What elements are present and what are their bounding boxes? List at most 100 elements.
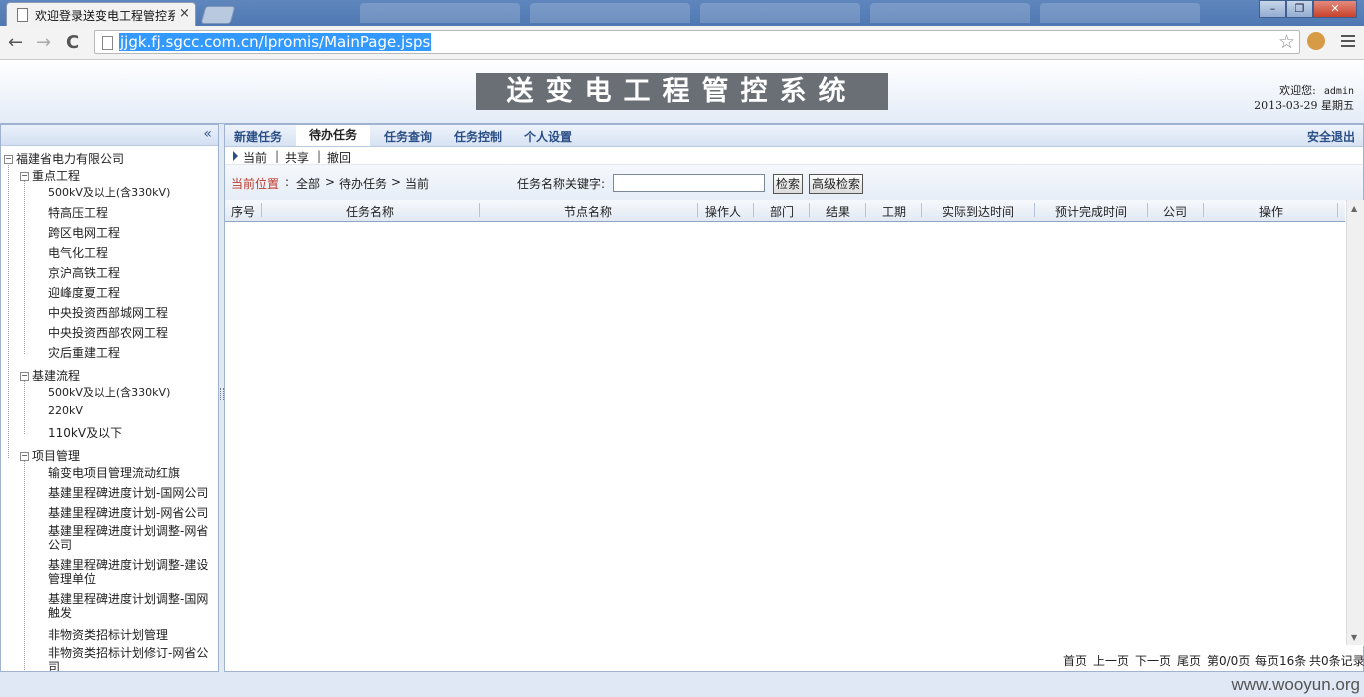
tree-leaf[interactable]: 输变电项目管理流动红旗 [48, 464, 180, 481]
first-page-link[interactable]: 首页 [1063, 652, 1087, 669]
scroll-down-icon[interactable]: ▼ [1351, 633, 1357, 642]
new-tab-button[interactable] [200, 6, 236, 24]
forward-icon[interactable]: → [36, 32, 51, 53]
tree-leaf[interactable]: 特高压工程 [48, 204, 108, 221]
breadcrumb-pending[interactable]: 待办任务 [339, 175, 387, 192]
tree-node-group[interactable]: − 重点工程 [20, 167, 80, 184]
tab-title: 欢迎登录送变电工程管控系 [35, 9, 175, 23]
background-tab[interactable] [1040, 3, 1200, 23]
tree-node-group[interactable]: − 项目管理 [20, 447, 80, 464]
welcome-label: 欢迎您: [1279, 84, 1316, 97]
col-actual-arrival[interactable]: 实际到达时间 [922, 203, 1034, 220]
col-operator[interactable]: 操作人 [698, 203, 748, 220]
collapse-box-icon[interactable]: − [20, 172, 29, 181]
task-grid-header: 序号 任务名称 节点名称 操作人 部门 结果 工期 实际到达时间 预计完成时间 … [225, 200, 1345, 222]
username: admin [1323, 86, 1354, 97]
web-page: 送变电工程管控系统 欢迎您: admin 2013-03-29 星期五 « − 福建… [0, 60, 1364, 672]
tree-leaf[interactable]: 220kV [48, 404, 83, 417]
col-actions[interactable]: 操作 [1204, 203, 1338, 220]
system-logo: 送变电工程管控系统 [476, 73, 888, 110]
tree-leaf[interactable]: 500kV及以上(含330kV) [48, 384, 170, 400]
background-tab[interactable] [700, 3, 860, 23]
maximize-button[interactable]: ❐ [1286, 0, 1313, 18]
col-task-name[interactable]: 任务名称 [262, 203, 478, 220]
task-name-search-input[interactable] [613, 174, 765, 192]
menu-task-query[interactable]: 任务查询 [384, 128, 432, 145]
collapse-box-icon[interactable]: − [20, 452, 29, 461]
col-result[interactable]: 结果 [810, 203, 866, 220]
breadcrumb-label: 当前位置 [231, 177, 280, 191]
tree-leaf[interactable]: 中央投资西部城网工程 [48, 304, 168, 321]
breadcrumb-all[interactable]: 全部 [296, 175, 320, 192]
tree-leaf[interactable]: 中央投资西部农网工程 [48, 324, 168, 341]
logout-link[interactable]: 安全退出 [1307, 128, 1355, 145]
tree-node-root[interactable]: − 福建省电力有限公司 [4, 150, 124, 167]
tree-node-group[interactable]: − 基建流程 [20, 367, 80, 384]
date-text: 2013-03-29 [1254, 99, 1318, 112]
tree-leaf[interactable]: 基建里程碑进度计划-国网公司 [48, 484, 208, 501]
subtab-separator: | [275, 149, 280, 163]
address-bar[interactable]: jjgk.fj.sgcc.com.cn/lpromis/MainPage.jsp… [94, 30, 1300, 54]
header-banner: 送变电工程管控系统 欢迎您: admin 2013-03-29 星期五 [0, 60, 1364, 124]
scroll-up-icon[interactable]: ▲ [1351, 204, 1357, 213]
back-icon[interactable]: ← [8, 32, 23, 53]
prev-page-link[interactable]: 上一页 [1093, 652, 1129, 669]
breadcrumb-current: 当前 [405, 177, 430, 191]
subtab-revoke[interactable]: 撤回 [327, 149, 351, 166]
extension-cookie-icon[interactable] [1307, 32, 1325, 50]
background-tab[interactable] [870, 3, 1030, 23]
background-tab[interactable] [530, 3, 690, 23]
current-arrow-icon [233, 151, 238, 161]
tree-leaf[interactable]: 110kV及以下 [48, 424, 122, 441]
search-label: 任务名称关键字: [517, 177, 606, 191]
left-nav-panel: « − 福建省电力有限公司 − 重点工程 500kV及以上(含330kV) 特高压工… [0, 124, 219, 672]
col-duration[interactable]: 工期 [866, 203, 922, 220]
browser-menu-icon[interactable] [1341, 35, 1355, 50]
tree-leaf[interactable]: 电气化工程 [48, 244, 108, 261]
subtab-share[interactable]: 共享 [285, 149, 309, 166]
nav-tree: − 福建省电力有限公司 − 重点工程 500kV及以上(含330kV) 特高压工程 … [1, 146, 218, 671]
tree-leaf[interactable]: 基建里程碑进度计划调整-国网触发 [48, 592, 213, 620]
col-department[interactable]: 部门 [754, 203, 810, 220]
tab-close-icon[interactable]: × [179, 6, 190, 21]
collapse-box-icon[interactable]: − [4, 155, 13, 164]
background-tab[interactable] [360, 3, 520, 23]
tree-leaf[interactable]: 跨区电网工程 [48, 224, 120, 241]
advanced-search-button[interactable]: 高级检索 [809, 174, 864, 194]
grid-scrollbar[interactable]: ▲ ▼ [1346, 200, 1364, 646]
breadcrumb-search-row: 当前位置 : 全部 > 待办任务 > 当前 任务名称关键字: 检索 高级检索 [225, 165, 1363, 201]
tree-leaf[interactable]: 基建里程碑进度计划调整-网省公司 [48, 524, 213, 552]
col-index[interactable]: 序号 [225, 203, 261, 220]
left-panel-header: « [1, 125, 218, 146]
col-node-name[interactable]: 节点名称 [480, 203, 696, 220]
menu-personal-settings[interactable]: 个人设置 [524, 128, 572, 145]
subtab-current[interactable]: 当前 [243, 149, 267, 166]
tree-leaf[interactable]: 非物资类招标计划修订-网省公司 [48, 646, 213, 671]
col-company[interactable]: 公司 [1148, 203, 1202, 220]
tree-leaf[interactable]: 基建里程碑进度计划调整-建设管理单位 [48, 558, 213, 586]
tree-leaf[interactable]: 基建里程碑进度计划-网省公司 [48, 504, 208, 521]
menu-task-control[interactable]: 任务控制 [454, 128, 502, 145]
menu-pending-task[interactable]: 待办任务 [296, 125, 371, 146]
tree-leaf[interactable]: 500kV及以上(含330kV) [48, 184, 170, 200]
tree-leaf[interactable]: 灾后重建工程 [48, 344, 120, 361]
close-window-button[interactable]: ✕ [1313, 0, 1357, 18]
tree-leaf[interactable]: 迎峰度夏工程 [48, 284, 120, 301]
reload-icon[interactable]: C [66, 32, 79, 53]
active-tab[interactable]: 欢迎登录送变电工程管控系 × [6, 2, 196, 26]
bookmark-star-icon[interactable]: ☆ [1278, 31, 1295, 53]
menu-new-task[interactable]: 新建任务 [234, 128, 282, 145]
collapse-box-icon[interactable]: − [20, 372, 29, 381]
page-footer: www.wooyun.org [0, 672, 1364, 697]
collapse-panel-icon[interactable]: « [203, 126, 212, 142]
next-page-link[interactable]: 下一页 [1135, 652, 1171, 669]
last-page-link[interactable]: 尾页 [1177, 652, 1201, 669]
tree-leaf[interactable]: 京沪高铁工程 [48, 264, 120, 281]
url-text[interactable]: jjgk.fj.sgcc.com.cn/lpromis/MainPage.jsp… [119, 33, 432, 51]
minimize-button[interactable]: – [1259, 0, 1286, 18]
search-button[interactable]: 检索 [773, 174, 804, 194]
col-expected-completion[interactable]: 预计完成时间 [1035, 203, 1147, 220]
tree-leaf[interactable]: 非物资类招标计划管理 [48, 626, 168, 643]
watermark-text: www.wooyun.org [1231, 675, 1360, 694]
sub-tab-bar: 当前 | 共享 | 撤回 [225, 147, 1363, 165]
